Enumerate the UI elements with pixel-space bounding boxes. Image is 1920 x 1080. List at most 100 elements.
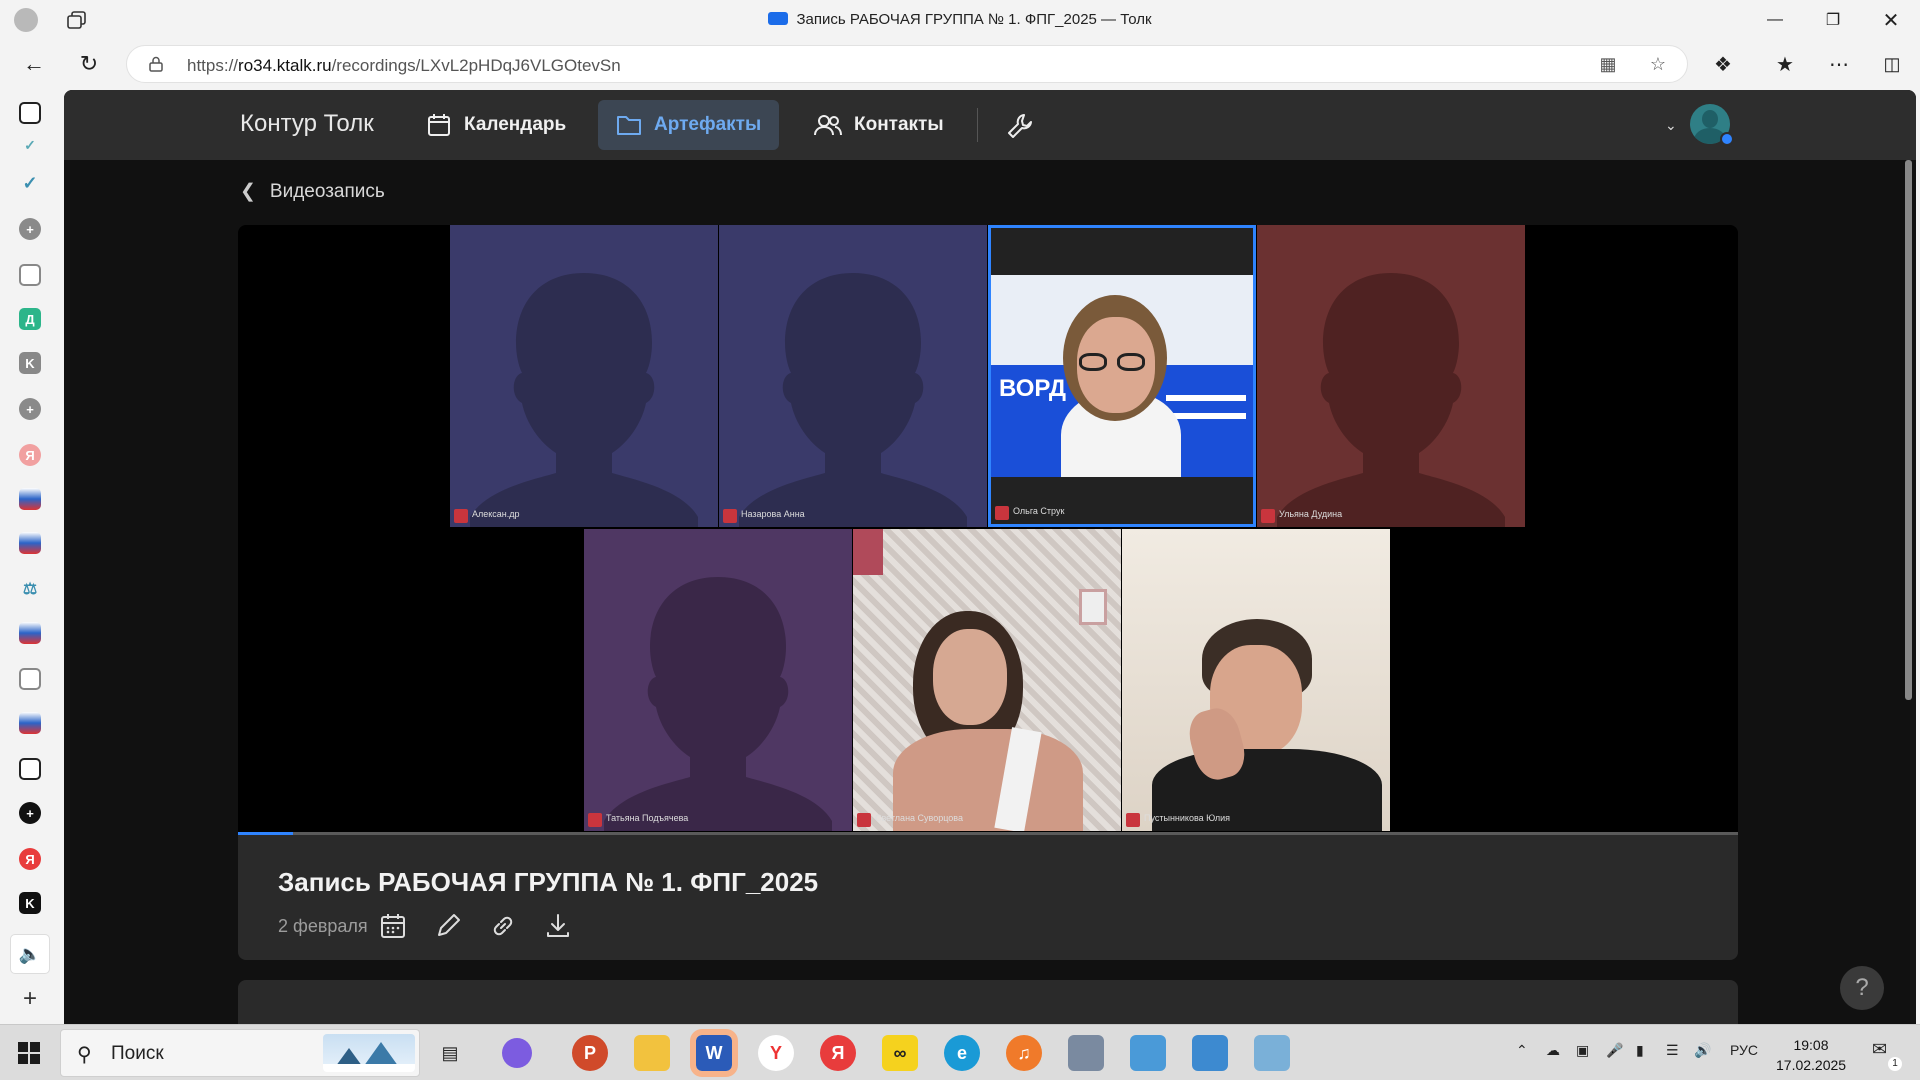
sidebar-toggle-icon[interactable]: ◫ [1875,48,1909,80]
participant-tile: Татьяна Подъячева [584,529,852,831]
flag-app-icon[interactable] [19,488,41,510]
tray-chevron-icon[interactable]: ⌃ [1516,1042,1528,1059]
cloud-icon[interactable]: ☁ [1546,1042,1560,1059]
notifications-icon[interactable]: ✉ [1872,1039,1887,1060]
nav-contacts-label: Контакты [854,114,944,135]
yandex-market-icon[interactable]: ∞ [882,1035,918,1071]
document-app-icon[interactable] [1254,1035,1290,1071]
edge-icon[interactable]: e [944,1035,980,1071]
checkmark-app-icon[interactable]: ✓ [19,134,41,156]
more-menu-icon[interactable]: ⋯ [1822,48,1856,80]
ktalk-app: Контур Толк Календарь Артефакты Контакты… [64,90,1916,1024]
favorite-star-icon[interactable]: ☆ [1647,54,1669,76]
yandex-browser-icon[interactable]: Y [758,1035,794,1071]
document-app-icon[interactable] [19,668,41,690]
close-button[interactable]: ✕ [1862,0,1920,40]
back-arrow-icon[interactable]: ← [17,48,51,80]
file-explorer-icon[interactable] [634,1035,670,1071]
green-app-icon[interactable]: Д [19,308,41,330]
powerpoint-icon[interactable]: P [572,1035,608,1071]
yandex-app-icon-2[interactable]: Я [19,848,41,870]
nav-calendar-label: Календарь [464,114,567,135]
extensions-icon[interactable]: ❖ [1706,48,1740,80]
calendar-app-icon-2[interactable] [19,758,41,780]
music-icon[interactable]: ♫ [1006,1035,1042,1071]
video-camera-icon [768,12,789,25]
network-computer-icon[interactable] [1068,1035,1104,1071]
battery-icon[interactable]: ▮ [1636,1042,1644,1059]
scales-app-icon[interactable]: ⚖ [19,578,41,600]
recording-title: Запись РАБОЧАЯ ГРУППА № 1. ФПГ_2025 [278,867,819,897]
nav-contacts[interactable]: Контакты [796,100,962,150]
browser-sidebar: ✓ ✓ + Д K + Я ⚖ + Я K 🔈 + [0,88,60,1024]
wifi-icon[interactable]: ☰ [1666,1042,1679,1059]
app-available-icon[interactable]: ▦ [1597,54,1619,76]
photos-icon[interactable] [1192,1035,1228,1071]
calendar-app-icon[interactable] [19,264,41,286]
clock[interactable]: 19:08 17.02.2025 [1776,1035,1846,1075]
monitor-icon[interactable]: ▣ [1576,1042,1589,1059]
minimize-button[interactable]: — [1746,0,1804,40]
alice-icon[interactable] [502,1038,532,1068]
volume-icon[interactable]: 🔊 [1694,1042,1711,1059]
link-icon[interactable] [488,911,518,941]
flag-app-icon-3[interactable] [19,622,41,644]
brand-logo[interactable]: Контур Толк [240,110,374,138]
yandex-icon[interactable]: Я [820,1035,856,1071]
add-site-icon[interactable]: + [19,218,41,240]
recording-date: 2 февраля [278,916,368,936]
tabs-panel [238,980,1738,1024]
speaker-icon[interactable]: 🔈 [10,934,50,974]
calendar-icon[interactable] [378,911,408,941]
add-app-icon-2[interactable]: + [19,802,41,824]
yandex-app-icon[interactable]: Я [19,444,41,466]
window-title: Запись РАБОЧАЯ ГРУППА № 1. ФПГ_2025 — То… [0,11,1920,28]
nav-calendar[interactable]: Календарь [408,100,584,150]
restore-button[interactable]: ❐ [1804,0,1862,40]
participant-name: Назарова Анна [723,509,805,523]
address-bar[interactable]: https://ro34.ktalk.ru/recordings/LXvL2pH… [126,45,1688,83]
flag-app-icon-2[interactable] [19,532,41,554]
add-sidebar-app-icon[interactable]: + [19,985,41,1012]
k-app-icon[interactable]: K [19,352,41,374]
download-icon[interactable] [543,911,573,941]
participant-name: Ульяна Дудина [1261,509,1342,523]
participant-tile: Ульяна Дудина [1257,225,1525,527]
back-link[interactable]: ❮ Видеозапись [240,180,385,203]
search-label: Поиск [111,1043,164,1064]
window-title-text: Запись РАБОЧАЯ ГРУППА № 1. ФПГ_2025 — То… [796,11,1152,28]
status-dot [1720,132,1734,146]
header-divider [977,108,978,142]
pencil-icon[interactable] [433,911,463,941]
participant-tile: Пустынникова Юлия [1122,529,1390,831]
k-app-icon-2[interactable]: K [19,892,41,914]
checkmark-app-icon-2[interactable]: ✓ [19,172,41,194]
windows-start-icon[interactable] [18,1042,40,1064]
wrench-icon[interactable] [1006,112,1034,140]
favorites-icon[interactable]: ★ [1768,48,1802,80]
word-icon[interactable]: W [690,1029,738,1077]
nav-artifacts-label: Артефакты [654,114,762,135]
nav-artifacts[interactable]: Артефакты [598,100,780,150]
contacts-app-icon[interactable] [1130,1035,1166,1071]
lock-icon [149,56,163,72]
reload-icon[interactable]: ↻ [72,48,106,80]
microphone-icon[interactable]: 🎤 [1606,1042,1623,1059]
language-indicator[interactable]: РУС [1730,1042,1758,1058]
search-icon: ⚲ [77,1044,92,1066]
add-app-icon[interactable]: + [19,398,41,420]
taskbar: ⚲ Поиск ▤ P W Y Я ∞ e ♫ ⌃ ☁ ▣ 🎤 ▮ ☰ 🔊 РУ… [0,1024,1920,1080]
tab-overview-icon[interactable] [19,102,41,124]
flag-app-icon-4[interactable] [19,712,41,734]
participant-name: Пустынникова Юлия [1126,813,1230,827]
participant-name: Светлана Суворцова [857,813,963,827]
video-player[interactable]: Алексан.др Назарова Анна ВОРД Ольга Стру… [238,225,1738,835]
search-highlight-image [323,1034,415,1072]
notification-count: 1 [1888,1057,1902,1071]
help-button[interactable]: ? [1840,966,1884,1010]
task-view-icon[interactable]: ▤ [432,1035,468,1071]
chevron-down-icon[interactable]: ⌄ [1665,117,1677,134]
url-text: https://ro34.ktalk.ru/recordings/LXvL2pH… [187,56,621,76]
taskbar-search[interactable]: ⚲ Поиск [60,1029,420,1077]
scrollbar[interactable] [1905,160,1912,700]
